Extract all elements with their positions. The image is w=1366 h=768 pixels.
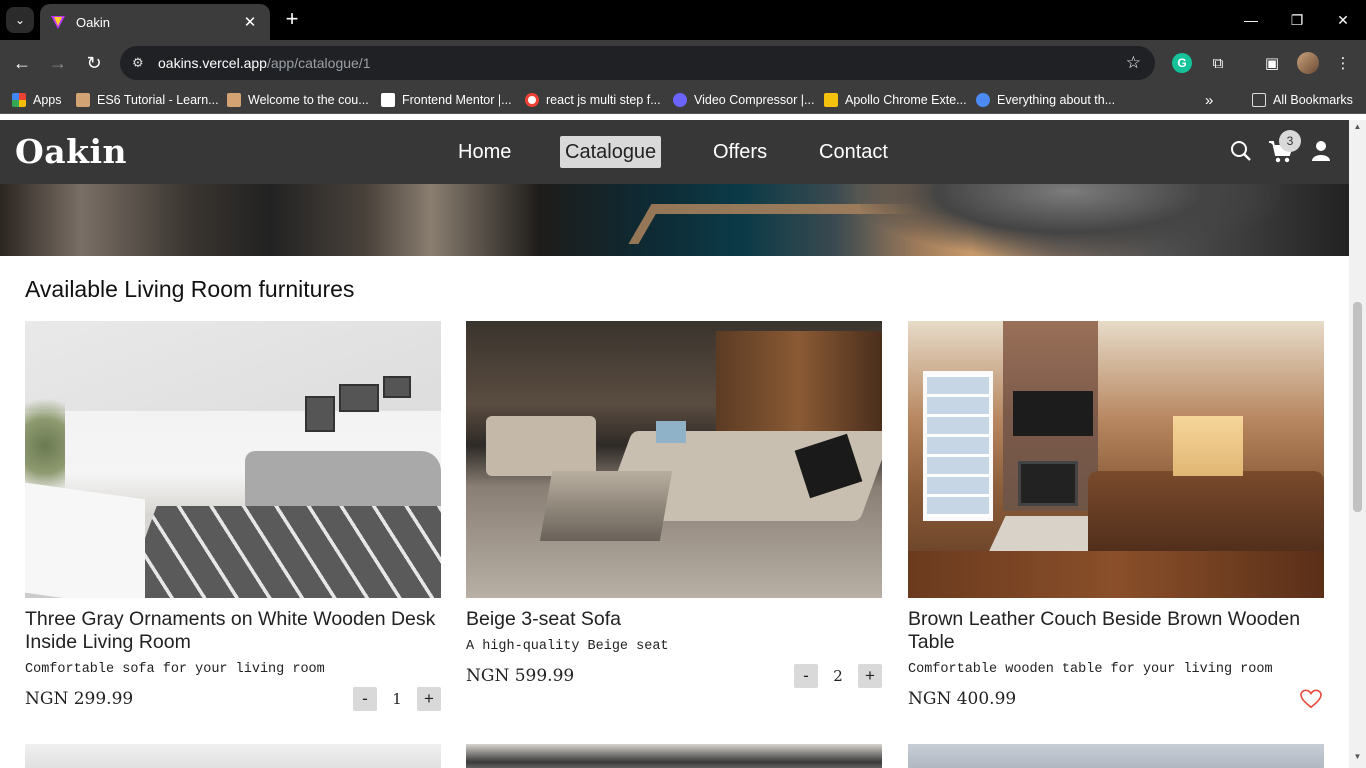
scrollbar-thumb[interactable] <box>1353 302 1362 512</box>
nav-home[interactable]: Home <box>458 136 511 168</box>
bookmark-react-multistep[interactable]: react js multi step f... <box>525 91 661 109</box>
decrement-button[interactable]: - <box>353 687 377 711</box>
user-icon[interactable] <box>1311 140 1331 162</box>
bookmark-star-icon[interactable]: ☆ <box>1126 53 1141 73</box>
product-name[interactable]: Three Gray Ornaments on White Wooden Des… <box>25 608 441 654</box>
tab-search-chevron-icon[interactable]: ⌄ <box>6 7 34 33</box>
page-scrollbar[interactable]: ▲ ▼ <box>1349 120 1366 768</box>
product-image[interactable] <box>466 321 882 598</box>
product-name[interactable]: Beige 3-seat Sofa <box>466 608 882 631</box>
reload-icon[interactable]: ↻ <box>82 51 106 75</box>
product-card: Three Gray Ornaments on White Wooden Des… <box>25 321 441 713</box>
site-logo[interactable]: Oakin <box>15 132 127 171</box>
product-image[interactable] <box>25 321 441 598</box>
product-description: Comfortable wooden table for your living… <box>908 662 1273 677</box>
tab-close-icon[interactable]: ✕ <box>240 13 260 31</box>
apollo-icon <box>824 93 838 107</box>
apps-grid-icon <box>12 93 26 107</box>
cart-count-badge: 3 <box>1279 130 1301 152</box>
quantity-stepper: - 2 + <box>794 664 882 688</box>
bookmark-favicon-icon <box>976 93 990 107</box>
product-image[interactable] <box>908 744 1324 768</box>
product-description: A high-quality Beige seat <box>466 639 669 654</box>
bookmark-favicon-icon <box>227 93 241 107</box>
minimize-icon[interactable]: — <box>1228 0 1274 40</box>
browser-tab[interactable]: Oakin ✕ <box>40 4 270 40</box>
folder-icon <box>1252 93 1266 107</box>
scroll-up-arrow-icon[interactable]: ▲ <box>1349 122 1366 136</box>
grammarly-extension-icon[interactable]: G <box>1172 53 1192 73</box>
address-url: oakins.vercel.app/app/catalogue/1 <box>158 55 371 71</box>
new-tab-plus-icon[interactable]: + <box>280 8 304 32</box>
restore-icon[interactable]: ❐ <box>1274 0 1320 40</box>
browser-menu-icon[interactable]: ⋮ <box>1331 51 1355 75</box>
product-price: NGN 299.99 <box>25 689 134 709</box>
product-card: Brown Leather Couch Beside Brown Wooden … <box>908 321 1324 713</box>
product-description: Comfortable sofa for your living room <box>25 662 325 677</box>
browser-tab-strip: ⌄ Oakin ✕ + — ❐ ✕ <box>0 0 1366 40</box>
product-price: NGN 400.99 <box>908 689 1017 709</box>
bookmark-apps[interactable]: Apps <box>12 91 62 109</box>
back-arrow-icon[interactable]: ← <box>10 51 34 75</box>
nav-catalogue[interactable]: Catalogue <box>560 136 662 168</box>
bookmark-frontend-mentor[interactable]: Frontend Mentor |... <box>381 91 512 109</box>
bookmark-video-compressor[interactable]: Video Compressor |... <box>673 91 814 109</box>
quantity-value: 1 <box>392 690 402 708</box>
hero-banner-image <box>0 184 1349 256</box>
all-bookmarks[interactable]: All Bookmarks <box>1252 91 1353 109</box>
decrement-button[interactable]: - <box>794 664 818 688</box>
more-bookmarks-chevron-icon[interactable]: » <box>1205 91 1213 109</box>
vite-favicon-icon <box>51 16 65 29</box>
product-image[interactable] <box>466 744 882 768</box>
bookmark-welcome-course[interactable]: Welcome to the cou... <box>227 91 369 109</box>
favorite-heart-icon[interactable] <box>1300 689 1322 709</box>
search-icon[interactable] <box>1230 140 1252 162</box>
nav-contact[interactable]: Contact <box>819 136 888 168</box>
address-bar[interactable]: ⚙ oakins.vercel.app/app/catalogue/1 ☆ <box>120 46 1155 80</box>
extensions-puzzle-icon[interactable]: ⧉ <box>1206 51 1230 75</box>
product-card: Beige 3-seat Sofa A high-quality Beige s… <box>466 321 882 690</box>
product-image[interactable] <box>25 744 441 768</box>
bookmark-apollo[interactable]: Apollo Chrome Exte... <box>824 91 967 109</box>
google-icon <box>525 93 539 107</box>
bookmark-favicon-icon <box>381 93 395 107</box>
forward-arrow-icon[interactable]: → <box>46 51 70 75</box>
site-header: Oakin Home Catalogue Offers Contact 3 <box>0 120 1349 184</box>
side-panel-icon[interactable]: ▣ <box>1260 51 1284 75</box>
increment-button[interactable]: + <box>858 664 882 688</box>
window-controls: — ❐ ✕ <box>1228 0 1366 40</box>
bookmark-everything-about[interactable]: Everything about th... <box>976 91 1115 109</box>
site-info-icon[interactable]: ⚙ <box>132 55 154 71</box>
product-name[interactable]: Brown Leather Couch Beside Brown Wooden … <box>908 608 1324 654</box>
nav-offers[interactable]: Offers <box>713 136 767 168</box>
quantity-value: 2 <box>833 667 843 685</box>
browser-toolbar: ← → ↻ ⚙ oakins.vercel.app/app/catalogue/… <box>0 40 1366 86</box>
close-window-icon[interactable]: ✕ <box>1320 0 1366 40</box>
bookmark-es6-tutorial[interactable]: ES6 Tutorial - Learn... <box>76 91 219 109</box>
section-title: Available Living Room furnitures <box>25 276 355 302</box>
bookmark-favicon-icon <box>673 93 687 107</box>
product-price: NGN 599.99 <box>466 666 575 686</box>
hero-fur-throw <box>860 184 1280 256</box>
bookmarks-bar: Apps ES6 Tutorial - Learn... Welcome to … <box>0 86 1366 114</box>
tab-title: Oakin <box>76 14 110 30</box>
scroll-down-arrow-icon[interactable]: ▼ <box>1349 752 1366 766</box>
profile-avatar[interactable] <box>1297 52 1319 74</box>
page-viewport: Oakin Home Catalogue Offers Contact 3 Av… <box>0 120 1349 768</box>
bookmark-favicon-icon <box>76 93 90 107</box>
quantity-stepper: - 1 + <box>353 687 441 711</box>
product-image[interactable] <box>908 321 1324 598</box>
increment-button[interactable]: + <box>417 687 441 711</box>
